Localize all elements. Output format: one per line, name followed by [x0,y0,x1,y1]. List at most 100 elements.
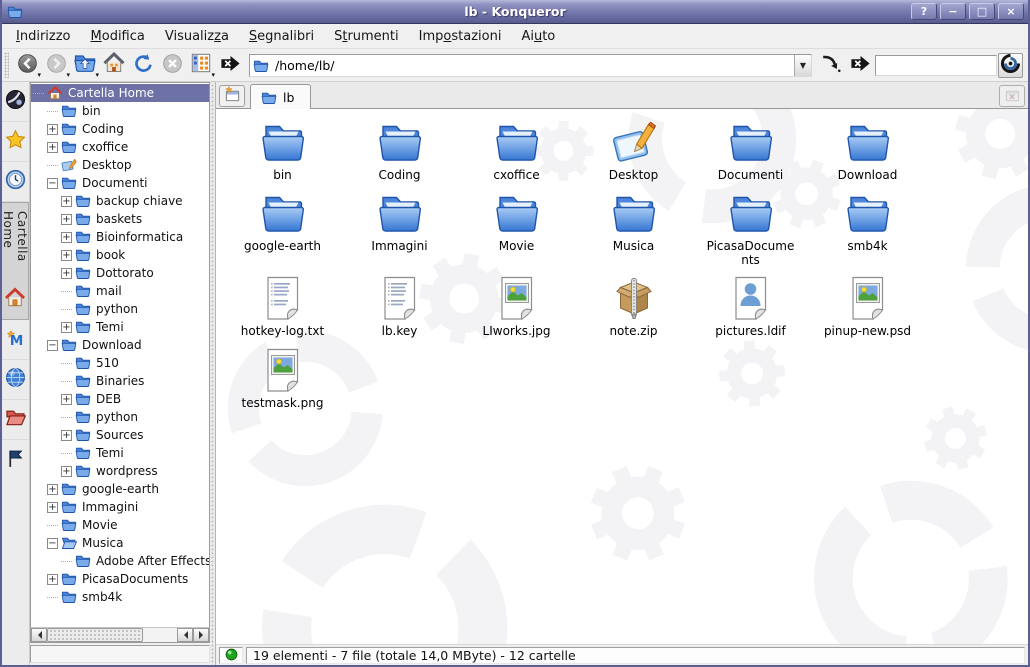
tree-item-510[interactable]: 510 [31,354,209,372]
tree-item-immagini[interactable]: +Immagini [31,498,209,516]
file-cxoffice[interactable]: cxoffice [461,118,573,182]
help-button[interactable]: ? [911,3,937,20]
tree-item-temi[interactable]: +Temi [31,318,209,336]
tree-expander[interactable]: + [61,322,72,333]
tree-item-temi[interactable]: Temi [31,444,209,462]
tree-expander[interactable]: + [47,484,58,495]
tree-item-mail[interactable]: mail [31,282,209,300]
sidebar-tab-services[interactable] [2,440,29,480]
file-musica[interactable]: Musica [578,189,690,267]
file-pinup-new.psd[interactable]: pinup-new.psd [812,274,924,338]
location-bar[interactable]: /home/lb/ ▼ [249,54,812,77]
home-button[interactable] [100,51,128,79]
tree-item-picasadocuments[interactable]: +PicasaDocuments [31,570,209,588]
file-pictures.ldif[interactable]: pictures.ldif [695,274,807,338]
up-button[interactable]: ▾ [71,51,99,79]
tree-expander[interactable]: + [47,142,58,153]
tree-item-google-earth[interactable]: +google-earth [31,480,209,498]
scroll-right-button[interactable] [193,628,209,642]
scroll-left-button[interactable] [31,628,47,642]
file-picasadocuments[interactable]: PicasaDocuments [695,189,807,267]
tab-lb[interactable]: lb [250,84,311,109]
tree-item-movie[interactable]: Movie [31,516,209,534]
view-mode-button[interactable]: ▾ [187,51,215,79]
tree-item-wordpress[interactable]: +wordpress [31,462,209,480]
sidebar-tab-konqueror[interactable] [2,82,29,122]
tree-expander[interactable]: + [47,502,58,513]
menu-aiuto[interactable]: Aiuto [511,26,565,47]
scrollbar-track[interactable] [143,628,177,642]
tree-expander[interactable]: + [61,430,72,441]
tree-item-bioinformatica[interactable]: +Bioinformatica [31,228,209,246]
tree-item-binaries[interactable]: Binaries [31,372,209,390]
tree-expander[interactable]: − [47,178,58,189]
search-engine-button[interactable] [998,53,1023,78]
tree-item-bin[interactable]: bin [31,102,209,120]
close-tab-button[interactable] [999,85,1025,107]
location-dropdown[interactable]: ▼ [794,55,811,76]
stop-button[interactable] [158,51,186,79]
tree-item-cxoffice[interactable]: +cxoffice [31,138,209,156]
menu-visualizza[interactable]: Visualizza [155,26,239,47]
forward-button[interactable]: ▾ [42,51,70,79]
tree-expander[interactable]: + [61,214,72,225]
file-movie[interactable]: Movie [461,189,573,267]
file-note.zip[interactable]: note.zip [578,274,690,338]
scroll-left-button-2[interactable] [177,628,193,642]
file-lb.key[interactable]: lb.key [344,274,456,338]
sidebar-tab-network[interactable] [2,360,29,400]
tree-item-desktop[interactable]: Desktop [31,156,209,174]
scrollbar-thumb[interactable] [47,628,143,642]
tree-expander[interactable]: + [61,466,72,477]
go-button[interactable] [817,51,845,79]
file-download[interactable]: Download [812,118,924,182]
tree-expander[interactable]: + [61,250,72,261]
file-testmask.png[interactable]: testmask.png [227,346,339,410]
tree-item-python[interactable]: python [31,300,209,318]
clear-search-button[interactable] [846,51,874,79]
sidebar-tab-history[interactable] [2,162,29,202]
file-google-earth[interactable]: google-earth [227,189,339,267]
tree-item-deb[interactable]: +DEB [31,390,209,408]
file-bin[interactable]: bin [227,118,339,182]
tree-item-backup-chiave[interactable]: +backup chiave [31,192,209,210]
tree-item-coding[interactable]: +Coding [31,120,209,138]
file-liworks.jpg[interactable]: LIworks.jpg [461,274,573,338]
file-hotkey-log.txt[interactable]: hotkey-log.txt [227,274,339,338]
minimize-button[interactable]: − [940,3,966,20]
icon-view[interactable]: binCodingcxofficeDesktopDocumentiDownloa… [216,109,1028,644]
toolbar-grip[interactable] [4,52,9,78]
tree-item-sources[interactable]: +Sources [31,426,209,444]
tree-expander[interactable]: + [47,574,58,585]
tree-expander[interactable]: − [47,340,58,351]
menu-strumenti[interactable]: Strumenti [324,26,409,47]
reload-button[interactable] [129,51,157,79]
sidebar-tab-root-folder[interactable] [2,400,29,440]
tree-expander[interactable]: + [61,232,72,243]
tree-item-musica[interactable]: −Musica [31,534,209,552]
sidebar-tab-home-active[interactable]: Cartella Home [2,202,29,320]
file-documenti[interactable]: Documenti [695,118,807,182]
file-desktop[interactable]: Desktop [578,118,690,182]
tree-expander[interactable]: + [47,124,58,135]
sidebar-tab-metabar[interactable]: M [2,320,29,360]
file-immagini[interactable]: Immagini [344,189,456,267]
tree-expander[interactable]: + [61,196,72,207]
tree-item-adobe-after-effects-7[interactable]: Adobe After Effects 7 [31,552,209,570]
menu-modifica[interactable]: Modifica [81,26,155,47]
tree-item-dottorato[interactable]: +Dottorato [31,264,209,282]
tree-item-smb4k[interactable]: smb4k [31,588,209,606]
clear-location-button[interactable] [216,51,244,79]
tree-item-documenti[interactable]: −Documenti [31,174,209,192]
new-tab-button[interactable] [219,85,245,107]
tree-item-python[interactable]: python [31,408,209,426]
file-smb4k[interactable]: smb4k [812,189,924,267]
menu-segnalibri[interactable]: Segnalibri [239,26,324,47]
menu-indirizzo[interactable]: Indirizzo [6,26,81,47]
menu-impostazioni[interactable]: Impostazioni [409,26,512,47]
tree-item-download[interactable]: −Download [31,336,209,354]
tree-expander[interactable]: + [61,268,72,279]
maximize-button[interactable]: □ [969,3,995,20]
tree-expander[interactable]: + [61,394,72,405]
tree-horizontal-scrollbar[interactable] [30,627,210,643]
